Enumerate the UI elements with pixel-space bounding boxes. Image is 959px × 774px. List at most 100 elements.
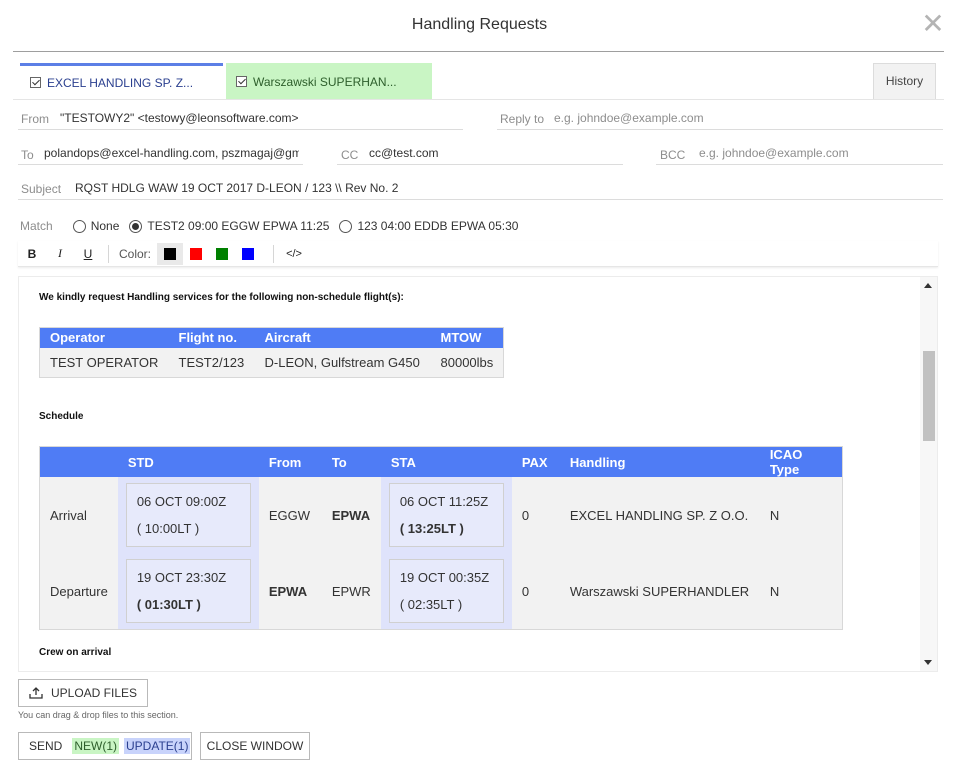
message-editor[interactable]: We kindly request Handling services for … [18,276,938,672]
sta-utc: 06 OCT 11:25Z [399,494,489,509]
radio-icon[interactable] [339,219,353,233]
swatch-fill [190,247,203,260]
close-window-button[interactable]: CLOSE WINDOW [200,732,310,760]
std-lt: ( 10:00LT ) [136,521,200,536]
row-type: Departure [39,553,118,630]
flight-no-header: Flight no. [168,327,255,348]
match-option-none[interactable]: None [72,219,119,233]
swatch-fill [216,247,229,260]
cc-field[interactable]: cc@test.com [369,146,609,160]
std-header: STD [117,446,259,477]
toolbar-divider [108,244,109,263]
history-button[interactable]: History [873,63,936,99]
dialog-title: Handling Requests [411,16,548,33]
pax-cell: 0 [511,477,560,553]
radio-icon[interactable] [72,219,86,233]
handling-header: Handling [559,446,760,477]
std-time-box: 19 OCT 23:30Z ( 01:30LT ) [125,559,251,623]
reply-to-label: Reply to [500,112,545,126]
upload-files-button[interactable]: UPLOAD FILES [18,679,148,707]
operator-table: Operator Flight no. Aircraft MTOW TEST O… [39,327,505,378]
color-swatch-black[interactable] [157,242,184,265]
to-cell: EPWR [321,553,381,630]
pax-cell: 0 [511,553,560,630]
sta-lt: ( 13:25LT ) [399,521,464,536]
subject-field[interactable]: RQST HDLG WAW 19 OCT 2017 D-LEON / 123 \… [75,181,935,195]
radio-checked-icon[interactable] [129,219,143,233]
drag-drop-note: You can drag & drop files to this sectio… [18,710,179,720]
tab-excel-handling[interactable]: EXCEL HANDLING SP. Z... [20,63,223,99]
handling-cell: EXCEL HANDLING SP. Z O.O. [559,477,760,553]
from-field[interactable]: "TESTOWY2" <testowy@leonsoftware.com> [60,111,460,125]
tab-label: EXCEL HANDLING SP. Z... [47,75,194,90]
std-cell: 19 OCT 23:30Z ( 01:30LT ) [117,553,259,630]
update-count-badge: UPDATE(1) [124,738,191,754]
subject-label: Subject [21,182,62,196]
table-row: Departure 19 OCT 23:30Z ( 01:30LT ) EPWA… [39,553,843,630]
send-button[interactable]: SEND NEW(1) UPDATE(1) [18,732,192,760]
mtow-cell: 80000lbs [430,347,504,378]
close-icon[interactable]: ✕ [921,10,945,38]
color-swatch-red[interactable] [183,243,209,265]
to-field[interactable]: polandops@excel-handling.com, pszmagaj@g… [44,146,299,160]
color-label: Color: [119,246,152,261]
upload-icon [29,687,43,699]
match-option-123[interactable]: 123 04:00 EDDB EPWA 05:30 [339,219,518,233]
operator-header: Operator [39,327,169,348]
bcc-label: BCC [660,148,686,162]
handling-cell: Warszawski SUPERHANDLER [559,553,760,630]
to-header: To [321,446,381,477]
toolbar-divider [273,244,275,263]
sta-header: STA [380,446,512,477]
color-swatch-blue[interactable] [235,243,261,265]
from-label: From [21,112,49,126]
bcc-field[interactable]: e.g. johndoe@example.com [699,146,849,160]
tab-checkbox-icon[interactable] [30,77,41,88]
sta-time-box: 06 OCT 11:25Z ( 13:25LT ) [388,483,504,547]
tabs-divider [13,99,944,100]
row-type: Arrival [39,477,118,553]
table-row: Arrival 06 OCT 09:00Z ( 10:00LT ) EGGW E… [39,477,843,553]
scroll-down-arrow-icon[interactable] [924,660,932,665]
editor-scrollbar[interactable] [920,277,937,671]
from-cell: EGGW [258,477,322,553]
match-row: Match None TEST2 09:00 EGGW EPWA 11:25 1… [20,217,528,235]
schedule-title: Schedule [39,411,84,422]
swatch-fill [242,247,255,260]
bcc-underline [656,164,943,165]
icao-type-header: ICAO Type [759,446,843,477]
to-underline [18,164,303,165]
icao-type-cell: N [759,553,843,630]
std-cell: 06 OCT 09:00Z ( 10:00LT ) [117,477,259,553]
mtow-header: MTOW [430,327,504,348]
underline-button[interactable]: U [74,247,102,261]
reply-to-underline [497,129,943,130]
icao-type-cell: N [759,477,843,553]
code-view-button[interactable]: </> [280,248,308,260]
std-lt: ( 01:30LT ) [136,597,201,612]
match-option-test2[interactable]: TEST2 09:00 EGGW EPWA 11:25 [129,219,329,233]
scroll-up-arrow-icon[interactable] [924,283,932,288]
from-underline [18,129,463,130]
crew-on-arrival-title: Crew on arrival [39,647,112,658]
cc-label: CC [341,148,359,162]
flight-no-cell: TEST2/123 [168,347,255,378]
handling-requests-dialog: Handling Requests ✕ EXCEL HANDLING SP. Z… [0,0,959,774]
upload-files-label: UPLOAD FILES [50,686,138,700]
color-swatch-green[interactable] [209,243,235,265]
match-option-label: TEST2 09:00 EGGW EPWA 11:25 [147,219,330,233]
intro-text: We kindly request Handling services for … [39,292,404,303]
to-cell: EPWA [321,477,381,553]
pax-header: PAX [511,446,560,477]
match-option-label: 123 04:00 EDDB EPWA 05:30 [357,219,519,233]
reply-to-field[interactable]: e.g. johndoe@example.com [554,111,704,125]
italic-button[interactable]: I [46,246,74,261]
scroll-thumb[interactable] [923,351,935,441]
tab-checkbox-icon[interactable] [236,76,247,87]
tab-warszawski-superhandler[interactable]: Warszawski SUPERHAN... [226,63,432,99]
cc-underline [337,164,623,165]
std-utc: 06 OCT 09:00Z [136,494,227,509]
bold-button[interactable]: B [18,247,46,261]
new-count-badge: NEW(1) [72,738,120,754]
aircraft-cell: D-LEON, Gulfstream G450 [254,347,431,378]
